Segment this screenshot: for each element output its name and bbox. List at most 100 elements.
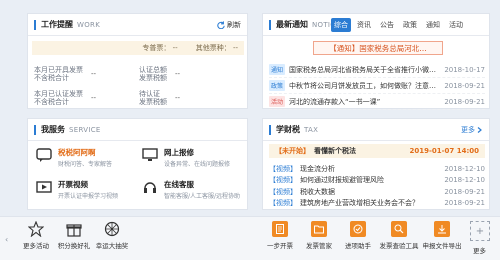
invoice-manager-button[interactable]: 发票管家 bbox=[297, 221, 341, 250]
live-course-banner[interactable]: 【未开始】 看懂新个税法 2019-01-07 14:00 bbox=[269, 144, 485, 158]
learn-text: 税收大数据 bbox=[300, 187, 335, 196]
list-item[interactable]: 政策 中秋节将公司月饼发放员工，如何做账？注意… 2018-09-21 bbox=[269, 78, 485, 94]
service-header: 我服务 SERVICE bbox=[28, 119, 247, 141]
tax-title: 学财税 bbox=[276, 125, 300, 134]
list-item[interactable]: 【视频】 税收大数据 2018-09-21 bbox=[269, 186, 485, 198]
news-text: 河北的流通存款入“一书一课” bbox=[289, 97, 381, 106]
learn-text: 现金流分析 bbox=[300, 164, 335, 173]
tab-general[interactable]: 综合 bbox=[331, 18, 351, 32]
assistant-icon bbox=[350, 221, 366, 237]
reminder-cell: 待认证 发票税额 -- bbox=[139, 88, 244, 108]
learn-list: 【视频】 现金流分析 2018-12-10 【视频】 如何通过财报规避管理风险 … bbox=[269, 163, 485, 209]
service-name: 在线客服 bbox=[164, 180, 194, 189]
service-repair[interactable]: 网上报修 设备异常、在线问题报修 bbox=[142, 147, 230, 168]
more-label: 更多 bbox=[461, 126, 475, 134]
more-link[interactable]: 更多 bbox=[461, 125, 483, 135]
check-tool-icon bbox=[391, 221, 407, 237]
tax-panel: 学财税 TAX 更多 【未开始】 看懂新个税法 2019-01-07 14:00… bbox=[262, 118, 490, 210]
service-title: 我服务 bbox=[41, 125, 65, 134]
tab-activity[interactable]: 活动 bbox=[446, 18, 466, 32]
work-reminder-header: 工作提醒 WORK 刷新 bbox=[28, 14, 247, 36]
input-assistant-button[interactable]: 进项助手 bbox=[336, 221, 380, 250]
tab-notice[interactable]: 通知 bbox=[423, 18, 443, 32]
learn-tag: 【视频】 bbox=[269, 199, 297, 208]
list-item[interactable]: 通知 国家税务总局河北省税务局关于全省推行小微… 2018-10-17 bbox=[269, 62, 485, 78]
reminder-grid: 本月已开具发票 不含税合计 -- 认证总额 发票税额 -- 本月已认证发票 不含税合计… bbox=[34, 64, 244, 112]
declaration-export-label: 申报文件导出 bbox=[422, 242, 462, 250]
service-name: 税税阿阿啊 bbox=[58, 148, 96, 157]
reminder-cell: 本月已认证发票 不含税合计 -- bbox=[34, 88, 139, 108]
service-desc: 开票认证申报学习视频 bbox=[58, 193, 119, 200]
reminder-cell: 本月已开具发票 不含税合计 -- bbox=[34, 64, 139, 84]
video-icon bbox=[36, 181, 52, 193]
service-support[interactable]: 在线客服 智能客服/人工客服/远程协助 bbox=[142, 179, 240, 200]
chat-bubble-icon bbox=[36, 148, 52, 162]
service-panel: 我服务 SERVICE 税税阿阿啊 财税问答、专家解答 网上报修 设备异常、在线问题… bbox=[27, 118, 248, 210]
service-qa[interactable]: 税税阿阿啊 财税问答、专家解答 bbox=[36, 147, 112, 168]
list-item[interactable]: 【视频】 如何通过财报规避管理风险 2018-12-10 bbox=[269, 175, 485, 187]
learn-tag: 【视频】 bbox=[269, 187, 297, 196]
points-exchange-label: 积分换好礼 bbox=[57, 242, 91, 250]
service-desc: 设备异常、在线问题报修 bbox=[164, 161, 231, 168]
work-reminder-panel: 工作提醒 WORK 刷新 专普票： -- 其他票种： -- 本月已开具发票 不含税… bbox=[27, 13, 248, 109]
reminder-label: 认证总额 bbox=[139, 66, 167, 74]
chevron-left-icon[interactable]: ‹ bbox=[5, 235, 8, 244]
learn-date: 2018-09-21 bbox=[444, 199, 485, 208]
list-item[interactable]: 【视频】 现金流分析 2018-12-10 bbox=[269, 163, 485, 175]
ticket-summary-bar: 专普票： -- 其他票种： -- bbox=[32, 41, 244, 55]
learn-text: 如何通过财报规避管理风险 bbox=[300, 176, 384, 185]
reminder-label: 本月已开具发票 bbox=[34, 66, 83, 74]
news-list: 通知 国家税务总局河北省税务局关于全省推行小微… 2018-10-17 政策 中… bbox=[269, 62, 485, 110]
lucky-draw-button[interactable]: 幸运大抽奖 bbox=[90, 221, 134, 250]
more-tools-button[interactable]: + bbox=[470, 221, 490, 241]
tax-header: 学财税 TAX 更多 bbox=[263, 119, 489, 141]
invoice-icon bbox=[272, 221, 288, 237]
learn-date: 2018-12-10 bbox=[444, 164, 485, 173]
tab-news[interactable]: 资讯 bbox=[354, 18, 374, 32]
reminder-value: -- bbox=[91, 94, 97, 102]
service-video[interactable]: 开票视频 开票认证申报学习视频 bbox=[36, 179, 118, 200]
export-icon bbox=[434, 221, 450, 237]
news-tag: 政策 bbox=[269, 80, 286, 91]
work-reminder-title: 工作提醒 bbox=[41, 20, 73, 29]
refresh-button[interactable]: 刷新 bbox=[217, 20, 241, 30]
other-ticket-label: 其他票种： bbox=[195, 44, 231, 52]
declaration-export-button[interactable]: 申报文件导出 bbox=[420, 221, 464, 250]
input-assistant-label: 进项助手 bbox=[345, 242, 371, 250]
special-ticket-label: 专普票： bbox=[142, 44, 171, 52]
folder-icon bbox=[311, 221, 327, 237]
tab-announcement[interactable]: 公告 bbox=[377, 18, 397, 32]
learn-text: 建筑房地产业营改增相关业务会不会？ bbox=[300, 199, 419, 208]
course-status: 【未开始】 bbox=[275, 147, 310, 155]
learn-date: 2018-12-10 bbox=[444, 176, 485, 185]
invoice-manager-label: 发票管家 bbox=[306, 242, 332, 250]
quick-invoice-button[interactable]: 一步开票 bbox=[258, 221, 302, 250]
reminder-label: 不含税合计 bbox=[34, 74, 69, 82]
news-date: 2018-09-21 bbox=[444, 81, 485, 90]
list-item[interactable]: 活动 河北的流通存款入“一书一课” 2018-09-21 bbox=[269, 94, 485, 110]
news-tag: 通知 bbox=[269, 64, 286, 75]
other-ticket-value: -- bbox=[232, 44, 238, 52]
reminder-label: 待认证 bbox=[139, 90, 160, 98]
invoice-check-button[interactable]: 发票查验工具 bbox=[377, 221, 421, 250]
title-accent bbox=[34, 19, 36, 30]
news-text: 国家税务总局河北省税务局关于全省推行小微… bbox=[289, 65, 437, 74]
tab-policy[interactable]: 政策 bbox=[400, 18, 420, 32]
reminder-value: -- bbox=[91, 70, 97, 78]
news-date: 2018-09-21 bbox=[444, 97, 485, 106]
reminder-label: 本月已认证发票 bbox=[34, 90, 83, 98]
title-accent bbox=[269, 124, 271, 135]
reminder-row: 本月已开具发票 不含税合计 -- 认证总额 发票税额 -- bbox=[34, 64, 244, 84]
news-text: 中秋节将公司月饼发放员工，如何做账？注意… bbox=[289, 81, 437, 90]
news-panel: 最新通知 NOTICE 综合 资讯 公告 政策 通知 活动 【通知】国家税务总局… bbox=[262, 13, 490, 110]
invoice-check-label: 发票查验工具 bbox=[379, 242, 419, 250]
monitor-icon bbox=[142, 148, 158, 161]
course-time: 2019-01-07 14:00 bbox=[409, 147, 480, 155]
news-title: 最新通知 bbox=[276, 20, 308, 29]
reminder-row: 本月已认证发票 不含税合计 -- 待认证 发票税额 -- bbox=[34, 88, 244, 108]
title-accent bbox=[269, 19, 271, 30]
headline-banner[interactable]: 【通知】国家税务总局河北… bbox=[313, 41, 443, 55]
list-item[interactable]: 【视频】 建筑房地产业营改增相关业务会不会？ 2018-09-21 bbox=[269, 198, 485, 210]
title-accent bbox=[34, 124, 36, 135]
quick-invoice-label: 一步开票 bbox=[267, 242, 293, 250]
